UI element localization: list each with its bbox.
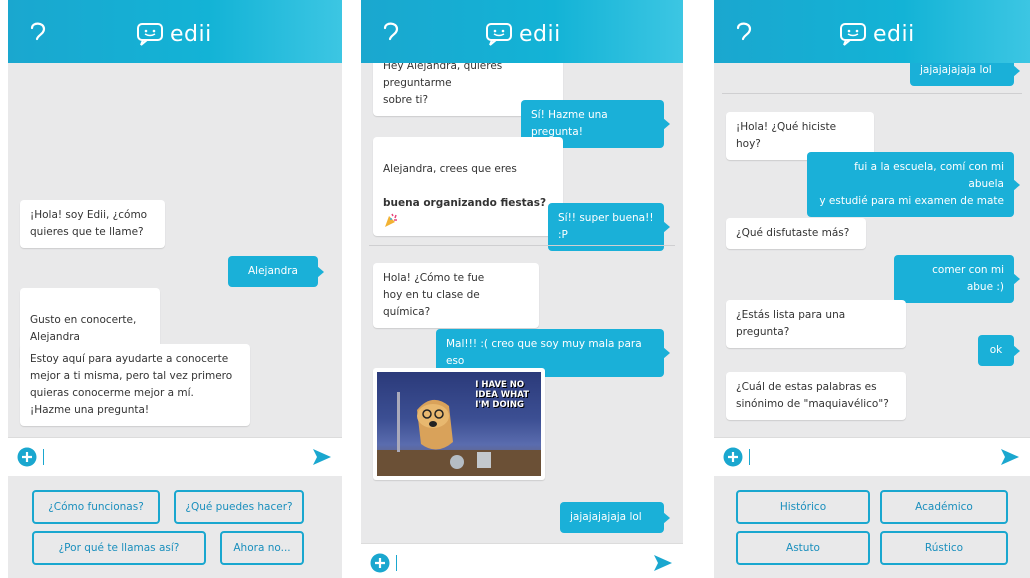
user-message: fui a la escuela, comí con mi abuela y e… bbox=[807, 152, 1020, 217]
option-academico[interactable]: Académico bbox=[880, 490, 1008, 524]
message-bold-text: buena organizando fiestas? bbox=[383, 197, 547, 209]
text-cursor[interactable] bbox=[43, 449, 44, 465]
bot-message: ¿Cuál de estas palabras es sinónimo de "… bbox=[726, 372, 906, 420]
back-icon[interactable] bbox=[26, 20, 48, 46]
quick-reply-options: ¿Cómo funcionas? ¿Qué puedes hacer? ¿Por… bbox=[8, 476, 342, 578]
bot-message: Estoy aquí para ayudarte a conocerte mej… bbox=[20, 344, 250, 426]
bot-message: Hola! ¿Cómo te fue hoy en tu clase de qu… bbox=[373, 263, 539, 328]
text-cursor[interactable] bbox=[749, 449, 750, 465]
message-text: Alejandra, crees que eres bbox=[383, 163, 517, 175]
option-rustico[interactable]: Rústico bbox=[880, 531, 1008, 565]
screen-3: edii jajajajajaja lol ¡Hola! ¿Qué hicist… bbox=[714, 0, 1030, 578]
party-popper-icon bbox=[385, 213, 397, 227]
app-logo: edii bbox=[839, 21, 915, 47]
screen-1: edii ¡Hola! soy Edii, ¿cómo quieres que … bbox=[8, 0, 342, 578]
back-icon[interactable] bbox=[379, 20, 401, 46]
logo-text: edii bbox=[873, 21, 915, 47]
meme-picture: I HAVE NO IDEA WHAT I'M DOING bbox=[377, 372, 541, 476]
message-text: Gusto en conocerte, Alejandra bbox=[30, 314, 137, 343]
logo-text: edii bbox=[519, 21, 561, 47]
app-logo: edii bbox=[485, 21, 561, 47]
screen-2: edii Hey Alejandra, quieres preguntarme … bbox=[361, 0, 683, 578]
meme-image[interactable]: I HAVE NO IDEA WHAT I'M DOING bbox=[373, 368, 545, 480]
conversation-divider bbox=[369, 245, 675, 246]
back-icon[interactable] bbox=[732, 20, 754, 46]
send-icon[interactable] bbox=[312, 448, 332, 466]
option-not-now[interactable]: Ahora no... bbox=[220, 531, 304, 565]
send-icon[interactable] bbox=[1000, 448, 1020, 466]
user-message: ok bbox=[978, 335, 1020, 366]
meme-caption: I HAVE NO IDEA WHAT I'M DOING bbox=[475, 380, 529, 410]
chat-face-logo-icon bbox=[840, 23, 866, 46]
send-icon[interactable] bbox=[653, 554, 673, 572]
chat-face-logo-icon bbox=[137, 23, 163, 46]
app-logo: edii bbox=[136, 21, 212, 47]
chat-area: ¡Hola! soy Edii, ¿cómo quieres que te ll… bbox=[8, 63, 342, 437]
plus-icon[interactable] bbox=[723, 447, 743, 467]
message-input-bar bbox=[714, 437, 1030, 476]
option-why-name[interactable]: ¿Por qué te llamas así? bbox=[32, 531, 206, 565]
app-header: edii bbox=[8, 0, 342, 63]
option-historico[interactable]: Histórico bbox=[736, 490, 870, 524]
conversation-divider bbox=[722, 93, 1022, 94]
message-input-bar bbox=[8, 437, 342, 476]
message-input-bar bbox=[361, 543, 683, 578]
option-what-can-you-do[interactable]: ¿Qué puedes hacer? bbox=[174, 490, 304, 524]
user-message: comer con mi abue :) bbox=[894, 255, 1020, 303]
answer-options: Histórico Académico Astuto Rústico bbox=[714, 476, 1030, 578]
app-header: edii bbox=[714, 0, 1030, 63]
user-message: Sí!! super buena!! :P bbox=[548, 203, 670, 251]
chat-area: Hey Alejandra, quieres preguntarme sobre… bbox=[361, 63, 683, 543]
chat-face-logo-icon bbox=[486, 23, 512, 46]
logo-text: edii bbox=[170, 21, 212, 47]
user-message: jajajajajaja lol bbox=[910, 63, 1020, 86]
user-message: Alejandra bbox=[228, 256, 324, 287]
bot-message: Alejandra, crees que eres buena organiza… bbox=[373, 137, 563, 236]
bot-message: ¿Qué disfutaste más? bbox=[726, 218, 866, 249]
plus-icon[interactable] bbox=[370, 553, 390, 573]
option-how-you-work[interactable]: ¿Cómo funcionas? bbox=[32, 490, 160, 524]
user-message: jajajajajaja lol bbox=[560, 502, 670, 533]
bot-message: ¿Estás lista para una pregunta? bbox=[726, 300, 906, 348]
text-cursor[interactable] bbox=[396, 555, 397, 571]
option-astuto[interactable]: Astuto bbox=[736, 531, 870, 565]
bot-message: ¡Hola! soy Edii, ¿cómo quieres que te ll… bbox=[20, 200, 165, 248]
chat-area: jajajajajaja lol ¡Hola! ¿Qué hiciste hoy… bbox=[714, 63, 1030, 437]
plus-icon[interactable] bbox=[17, 447, 37, 467]
app-header: edii bbox=[361, 0, 683, 63]
